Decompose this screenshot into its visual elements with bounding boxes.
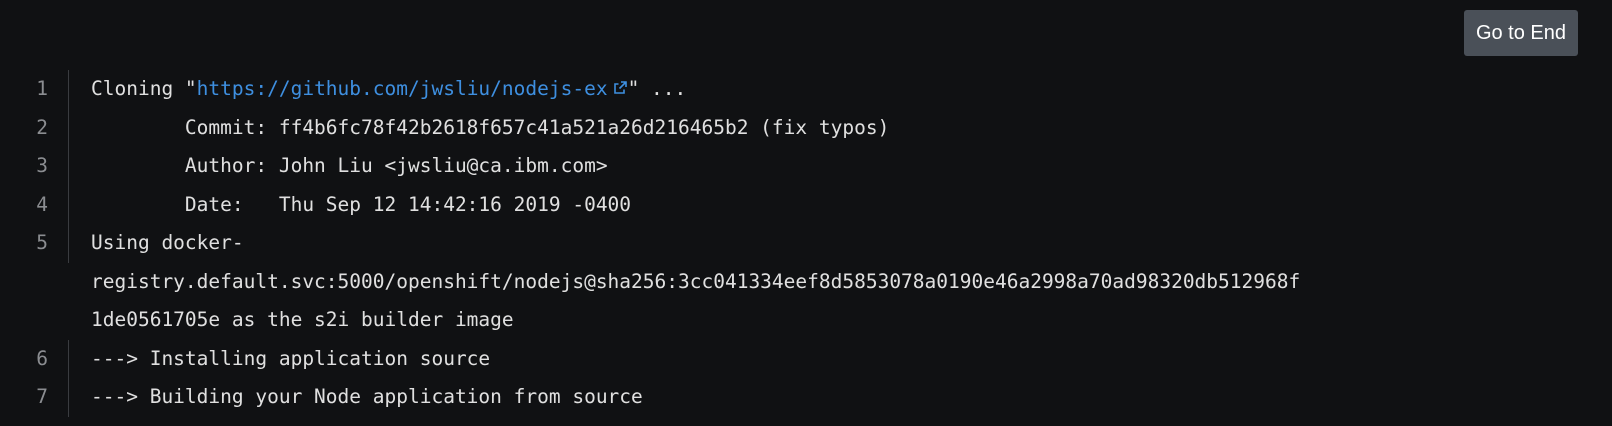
log-line-text: Using docker- registry.default.svc:5000/… bbox=[91, 231, 1301, 331]
repo-link[interactable]: https://github.com/jwsliu/nodejs-ex bbox=[197, 77, 628, 100]
build-log: 1 Cloning "https://github.com/jwsliu/nod… bbox=[0, 70, 1612, 417]
log-line-text: Date: Thu Sep 12 14:42:16 2019 -0400 bbox=[91, 192, 632, 216]
log-line: 1 Cloning "https://github.com/jwsliu/nod… bbox=[0, 70, 1612, 109]
line-number: 6 bbox=[0, 339, 69, 378]
line-number: 7 bbox=[0, 378, 69, 417]
log-line-text: Commit: ff4b6fc78f42b2618f657c41a521a26d… bbox=[91, 115, 890, 139]
log-line: 6 ---> Installing application source bbox=[0, 339, 1612, 378]
log-line: 7 ---> Building your Node application fr… bbox=[0, 378, 1612, 417]
log-line-text: ---> Installing application source bbox=[91, 346, 491, 370]
log-text-suffix: " ... bbox=[627, 77, 687, 100]
line-number: 1 bbox=[0, 70, 69, 109]
log-line: 3 Author: John Liu <jwsliu@ca.ibm.com> bbox=[0, 147, 1612, 186]
repo-link-text: https://github.com/jwsliu/nodejs-ex bbox=[196, 77, 608, 100]
log-line: 5 Using docker- registry.default.svc:500… bbox=[0, 224, 1612, 340]
log-line-text: Author: John Liu <jwsliu@ca.ibm.com> bbox=[91, 154, 608, 177]
line-number: 5 bbox=[0, 224, 69, 263]
external-link-icon bbox=[613, 81, 627, 94]
log-line: 2 Commit: ff4b6fc78f42b2618f657c41a521a2… bbox=[0, 108, 1612, 147]
log-line: 4 Date: Thu Sep 12 14:42:16 2019 -0400 bbox=[0, 185, 1612, 224]
line-number: 3 bbox=[0, 147, 69, 186]
log-line-text: ---> Building your Node application from… bbox=[91, 385, 643, 408]
line-number: 2 bbox=[0, 108, 69, 147]
log-text-prefix: Cloning " bbox=[91, 77, 197, 100]
go-to-end-button[interactable]: Go to End bbox=[1463, 10, 1578, 56]
line-number: 4 bbox=[0, 185, 69, 224]
log-line-text: Cloning "https://github.com/jwsliu/nodej… bbox=[91, 70, 1551, 109]
